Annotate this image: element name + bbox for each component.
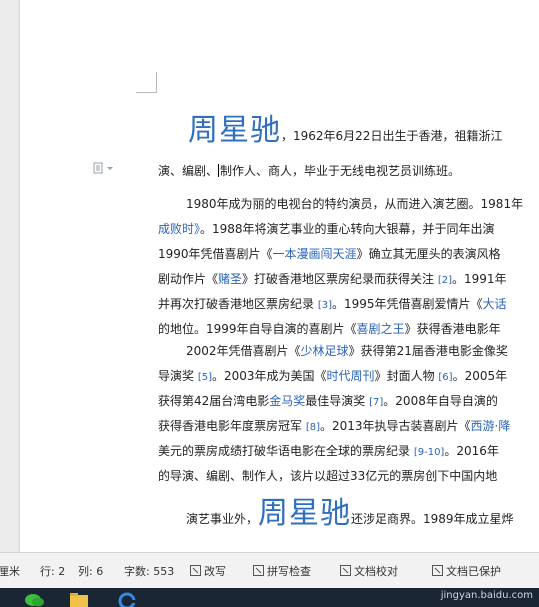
- intro-paragraph-line2: 演、编剧、 制作人、商人，毕业于无线电视艺员训练班。: [158, 162, 460, 179]
- citation-link[interactable]: [7]: [369, 397, 383, 408]
- text-run: 1980年成为丽的电视台的特约演员，从而进入演艺圈。1981年: [186, 197, 524, 211]
- paragraph-layout-icon[interactable]: [92, 162, 118, 174]
- text-run: 剧动作片《: [158, 272, 219, 286]
- text-run: 》封面人物: [374, 369, 439, 383]
- status-row: 行: 2: [40, 565, 66, 578]
- citation-link[interactable]: [3]: [318, 300, 332, 311]
- text-run: 》获得香港电影年: [404, 322, 501, 336]
- proofread-icon: [340, 565, 351, 576]
- text-run: 。1988年将演艺事业的重心转向大银幕，并于同年出演: [200, 222, 495, 236]
- text-run: 。1991年: [452, 272, 507, 286]
- paragraph-2-line: 美元的票房成绩打破华语电影在全球的票房纪录 [9-10]。2016年: [158, 442, 499, 459]
- p3-prefix: 演艺事业外，: [186, 512, 259, 526]
- paragraph-2-line: 导演奖 [5]。2003年成为美国《时代周刊》封面人物 [6]。2005年: [158, 367, 507, 384]
- status-proofread-button[interactable]: 文档校对: [340, 563, 398, 579]
- paragraph-1-line: 剧动作片《赌圣》打破香港地区票房纪录而获得关注 [2]。1991年: [158, 270, 507, 287]
- margin-corner-mark: [136, 72, 157, 93]
- text-run: 导演奖: [158, 369, 198, 383]
- citation-link[interactable]: [5]: [198, 372, 212, 383]
- text-cursor: [218, 164, 220, 177]
- text-run: 。1995年凭借喜剧爱情片《: [332, 297, 483, 311]
- backup-icon: [432, 565, 443, 576]
- document-canvas: 周星驰，1962年6月22日出生于香港，祖籍浙江 演、编剧、 制作人、商人，毕业于…: [0, 0, 539, 552]
- citation-link[interactable]: [8]: [306, 422, 320, 433]
- paragraph-2-line: 的导演、编剧、制作人，该片以超过33亿元的票房创下中国内地: [158, 467, 497, 484]
- text-run: 》确立其无厘头的表演风格: [356, 247, 501, 261]
- paragraph-2-line: 获得第42届台湾电影金马奖最佳导演奖 [7]。2008年自导自演的: [158, 392, 498, 409]
- status-unit[interactable]: 厘米: [0, 563, 20, 579]
- text-run: 。2016年: [444, 444, 499, 458]
- paragraph-2-line: 获得香港电影年度票房冠军 [8]。2013年执导古装喜剧片《西游·降: [158, 417, 510, 434]
- text-run: 。2008年自导自演的: [383, 394, 498, 408]
- file-explorer-icon[interactable]: [68, 591, 90, 607]
- text-run: 。2003年成为美国《: [212, 369, 327, 383]
- citation-link[interactable]: [2]: [438, 275, 452, 286]
- text-run: 的地位。1999年自导自演的喜剧片《: [158, 322, 357, 336]
- p3-name: 周星驰: [258, 496, 352, 531]
- hyperlink[interactable]: 少林足球: [301, 344, 349, 358]
- status-col: 列: 6: [78, 565, 104, 578]
- text-run: 并再次打破香港地区票房纪录: [158, 297, 318, 311]
- text-run: 2002年凭借喜剧片《: [186, 344, 301, 358]
- paragraph-1-line: 1980年成为丽的电视台的特约演员，从而进入演艺圈。1981年: [186, 195, 523, 212]
- text-run: 。2005年: [452, 369, 508, 383]
- text-run: 最佳导演奖: [305, 394, 370, 408]
- text-run: 的导演、编剧、制作人，该片以超过33亿元的票房创下中国内地: [158, 469, 498, 483]
- intro-text-1: ，1962年6月22日出生于香港，祖籍浙江: [281, 129, 503, 143]
- text-run: 》获得第21届香港电影金像奖: [348, 344, 508, 358]
- text-run: 。2013年执导古装喜剧片《: [320, 419, 471, 433]
- citation-link[interactable]: [9-10]: [414, 447, 445, 458]
- intro-paragraph-line1: 周星驰，1962年6月22日出生于香港，祖籍浙江: [158, 105, 502, 149]
- paragraph-1-line: 成败时》。1988年将演艺事业的重心转向大银幕，并于同年出演: [158, 220, 495, 237]
- spellcheck-label: 拼写检查: [267, 565, 311, 578]
- status-backup-button[interactable]: 文档已保护: [432, 563, 501, 579]
- hyperlink[interactable]: 一本漫画闯天涯: [273, 247, 357, 261]
- document-page[interactable]: 周星驰，1962年6月22日出生于香港，祖籍浙江 演、编剧、 制作人、商人，毕业于…: [20, 0, 539, 552]
- hyperlink[interactable]: 赌圣: [218, 272, 242, 286]
- paragraph-1-line: 的地位。1999年自导自演的喜剧片《喜剧之王》获得香港电影年: [158, 320, 501, 337]
- intro-text-2a: 演、编剧、: [158, 164, 219, 178]
- revise-label: 改写: [204, 565, 226, 578]
- hyperlink[interactable]: 大话: [483, 297, 507, 311]
- heading-name: 周星驰: [188, 113, 281, 148]
- watermark: jingyan.baidu.com: [440, 590, 533, 601]
- revise-icon: [190, 565, 201, 576]
- text-run: 》打破香港地区票房纪录而获得关注: [242, 272, 438, 286]
- p3-suffix: 还涉足商界。1989年成立星烨: [351, 512, 514, 526]
- paragraph-1-line: 1990年凭借喜剧片《一本漫画闯天涯》确立其无厘头的表演风格: [158, 245, 501, 262]
- text-run: 美元的票房成绩打破华语电影在全球的票房纪录: [158, 444, 414, 458]
- citation-link[interactable]: [6]: [438, 372, 452, 383]
- paragraph-1-line: 并再次打破香港地区票房纪录 [3]。1995年凭借喜剧爱情片《大话: [158, 295, 507, 312]
- hyperlink[interactable]: 喜剧之王: [357, 322, 405, 336]
- status-bar: 厘米 行: 2 列: 6 字数: 553 改写 拼写检查 文档校对 文档已保护: [0, 552, 539, 589]
- proofread-label: 文档校对: [354, 565, 398, 578]
- spellcheck-icon: [253, 565, 264, 576]
- hyperlink[interactable]: 时代周刊: [327, 369, 375, 383]
- hyperlink[interactable]: 金马奖: [269, 394, 305, 408]
- text-run: 1990年凭借喜剧片《: [158, 247, 273, 261]
- hyperlink[interactable]: 西游·降: [471, 419, 511, 433]
- hyperlink[interactable]: 成败时》: [158, 222, 200, 236]
- paragraph-3-line: 演艺事业外，周星驰还涉足商界。1989年成立星烨: [158, 488, 514, 532]
- intro-text-2b: 制作人、商人，毕业于无线电视艺员训练班。: [220, 164, 461, 178]
- status-spellcheck-toggle[interactable]: 拼写检查: [253, 563, 311, 579]
- backup-label: 文档已保护: [446, 565, 501, 578]
- text-run: 获得香港电影年度票房冠军: [158, 419, 306, 433]
- text-run: 获得第42届台湾电影: [158, 394, 270, 408]
- browser-icon[interactable]: [116, 591, 138, 607]
- wechat-icon[interactable]: [24, 591, 46, 607]
- paragraph-2-line: 2002年凭借喜剧片《少林足球》获得第21届香港电影金像奖: [186, 342, 508, 359]
- status-wordcount[interactable]: 字数: 553: [124, 563, 174, 579]
- status-revise-toggle[interactable]: 改写: [190, 563, 226, 579]
